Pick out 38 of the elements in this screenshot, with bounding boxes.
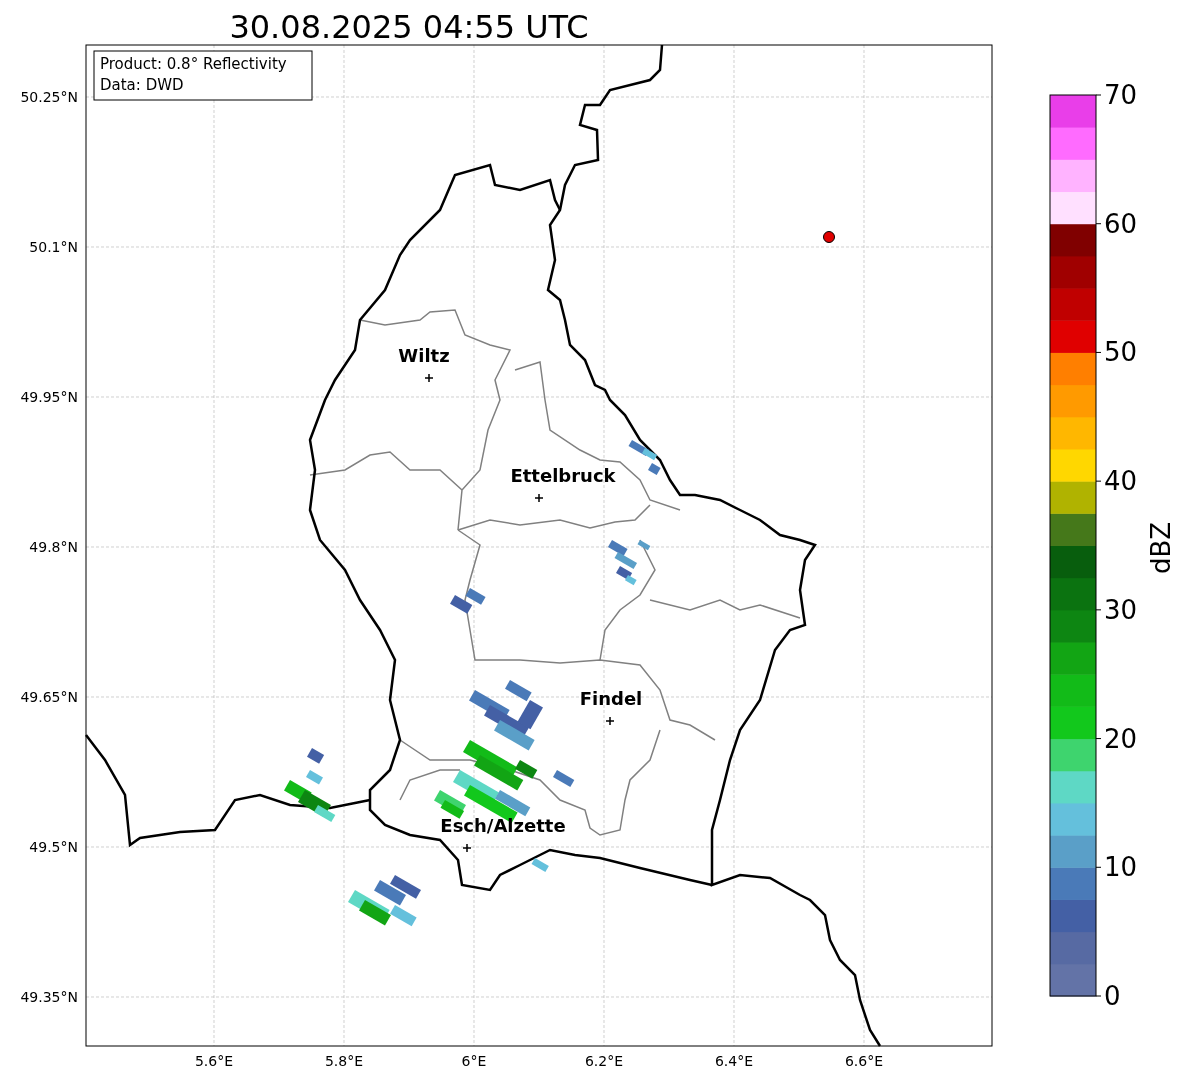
colorbar-tick-label: 30 [1104, 594, 1138, 625]
colorbar-tick-label: 20 [1104, 723, 1138, 754]
radar-echo [628, 440, 661, 475]
radar-echo [608, 540, 651, 586]
city-marker [534, 493, 544, 503]
colorbar-tick-label: 60 [1104, 208, 1138, 239]
colorbar-tick-label: 70 [1104, 80, 1138, 110]
city-label: Ettelbruck [510, 465, 616, 486]
lat-tick-label: 49.35°N [20, 989, 78, 1005]
city-label: Findel [579, 688, 643, 709]
colorbar-tick-label: 50 [1104, 337, 1138, 368]
radar-echo [531, 858, 549, 873]
city-marker [605, 716, 615, 726]
map-title: 30.08.2025 04:55 UTC [229, 8, 589, 46]
info-text: Product: 0.8° Reflectivity [100, 55, 287, 73]
lon-tick-label: 6.6°E [844, 1053, 884, 1069]
lon-tick-label: 6°E [461, 1053, 487, 1069]
location-marker [823, 231, 835, 243]
info-text: Data: DWD [100, 76, 184, 94]
radar-echo [450, 588, 486, 614]
lat-tick-label: 50.1°N [29, 239, 78, 255]
colorbar-tick-label: 0 [1104, 981, 1121, 1011]
city-marker [462, 843, 472, 853]
lon-tick-label: 5.6°E [194, 1053, 234, 1069]
colorbar-label: dBZ [1146, 521, 1176, 575]
lat-tick-label: 49.65°N [20, 689, 78, 705]
lon-tick-label: 6.4°E [714, 1053, 754, 1069]
lat-tick-label: 49.5°N [29, 839, 78, 855]
city-label: Esch/Alzette [440, 815, 566, 836]
lon-tick-label: 5.8°E [324, 1053, 364, 1069]
lat-tick-label: 49.8°N [29, 539, 78, 555]
lon-tick-label: 6.2°E [584, 1053, 624, 1069]
city-label: Wiltz [398, 345, 450, 366]
colorbar-tick-label: 40 [1104, 466, 1138, 497]
city-marker [424, 373, 434, 383]
lat-tick-label: 50.25°N [20, 89, 78, 105]
colorbar-tick-label: 10 [1104, 852, 1138, 883]
lat-tick-label: 49.95°N [20, 389, 78, 405]
